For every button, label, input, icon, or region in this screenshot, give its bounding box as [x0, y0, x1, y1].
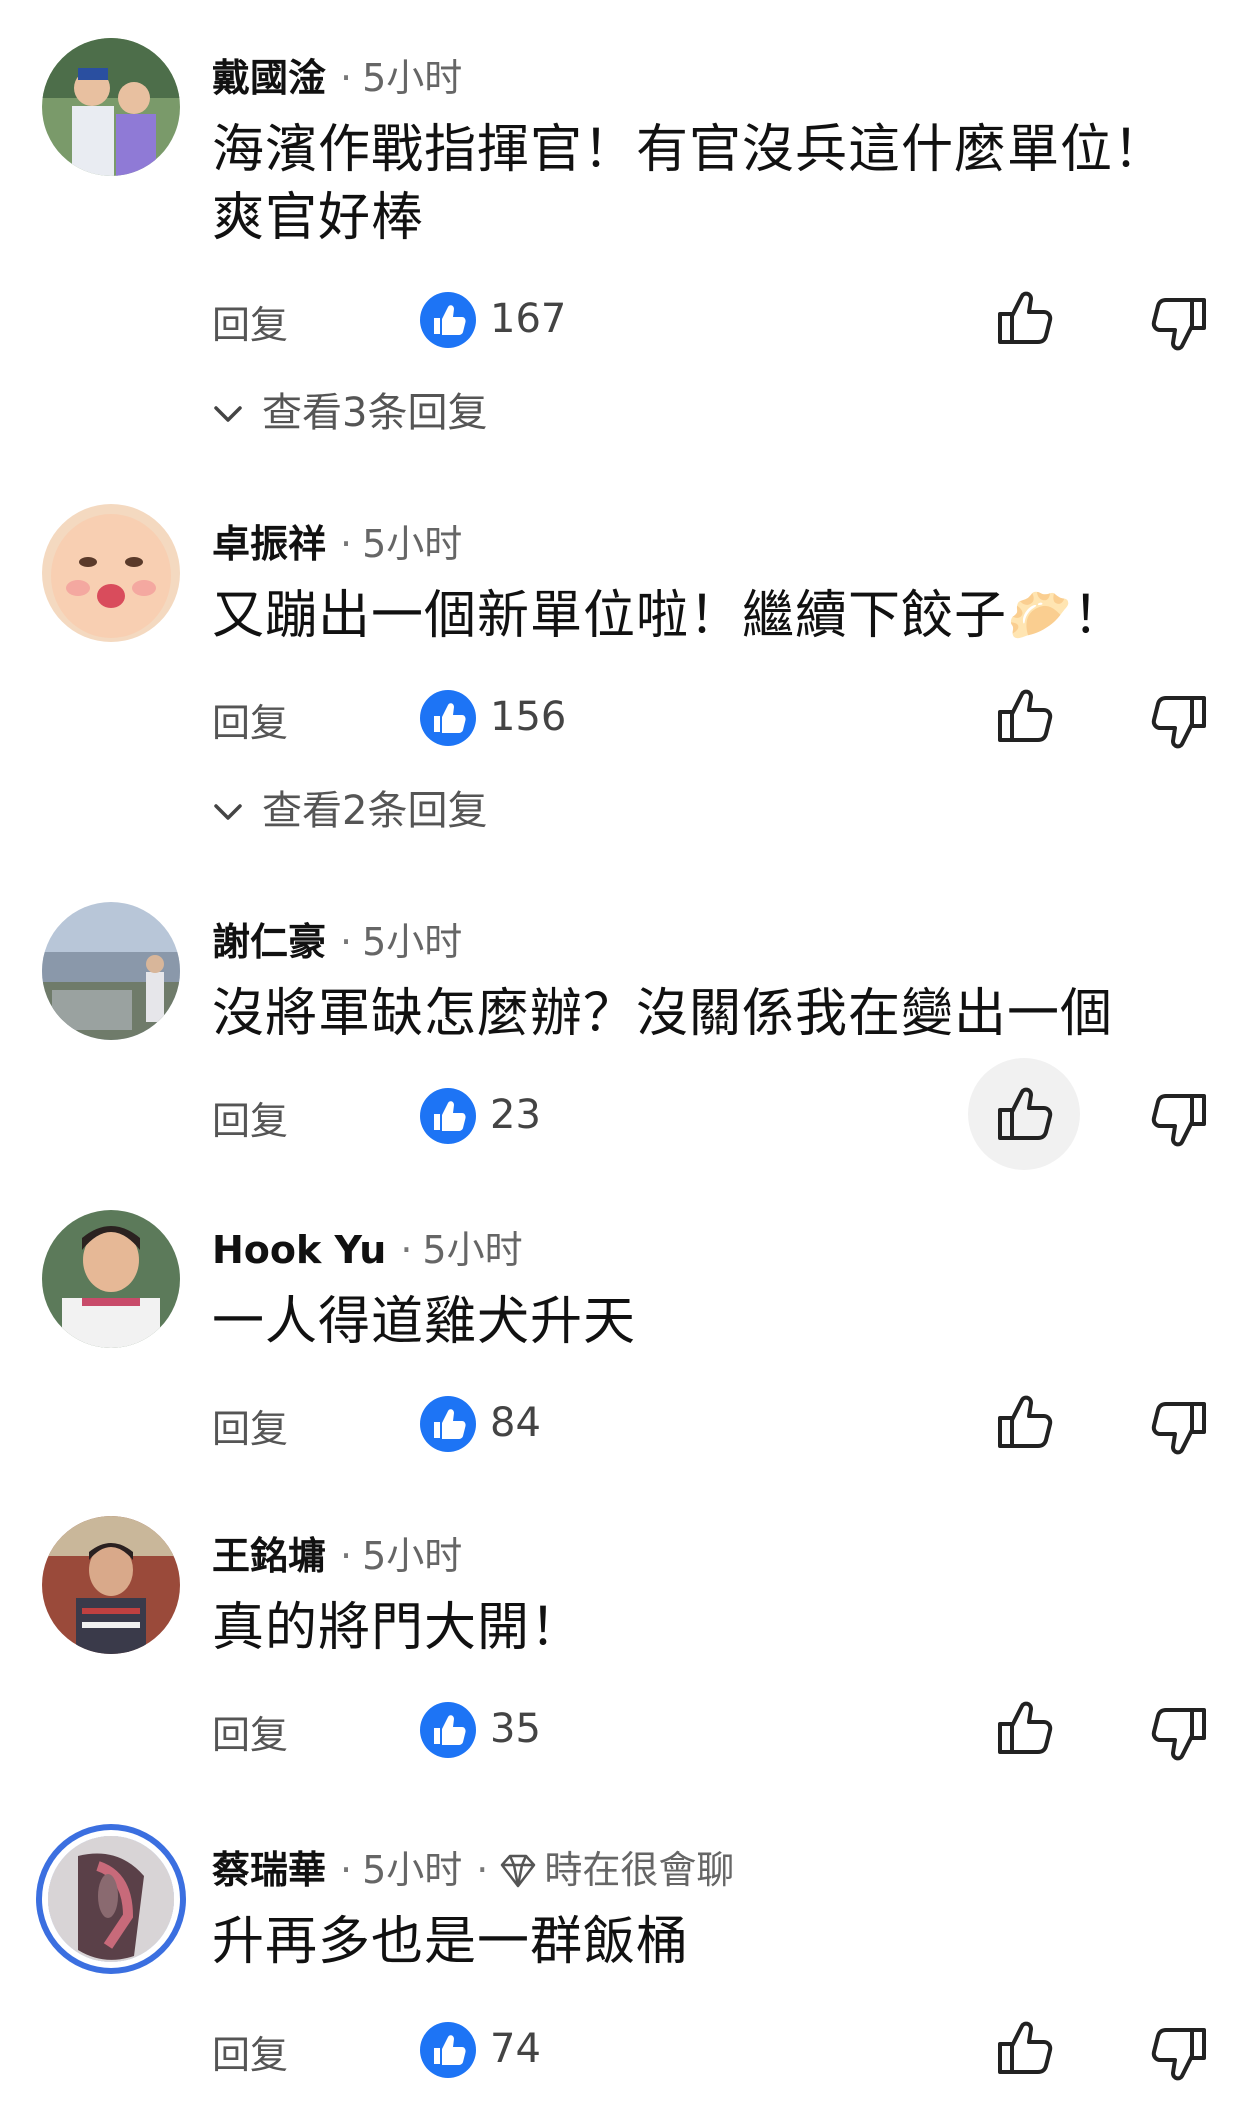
thumbs-up-badge-icon	[420, 292, 476, 348]
avatar-photo	[42, 902, 180, 1040]
author-name[interactable]: 蔡瑞華	[212, 1848, 326, 1892]
comment-meta: 謝仁豪 · 5小时	[212, 918, 462, 966]
avatar-photo	[42, 1210, 180, 1348]
comment-meta: Hook Yu · 5小时	[212, 1226, 523, 1274]
author-name[interactable]: Hook Yu	[212, 1228, 386, 1272]
comment-text: 沒將軍缺怎麼辦？沒關係我在變出一個	[212, 984, 1114, 1044]
thumb-down-icon[interactable]	[1148, 1088, 1212, 1152]
thumb-down-icon[interactable]	[1148, 2022, 1212, 2086]
comment-meta: 王銘墉 · 5小时	[212, 1532, 462, 1580]
author-name[interactable]: 謝仁豪	[212, 920, 326, 964]
comment-text: 又蹦出一個新單位啦！繼續下餃子🥟！	[212, 586, 1126, 646]
thumbs-up-badge-icon	[420, 1396, 476, 1452]
comment-text: 海濱作戰指揮官！有官沒兵這什麼單位！爽官好棒	[212, 120, 1167, 248]
thumb-down-icon[interactable]	[1148, 292, 1212, 356]
thumb-up-icon[interactable]	[992, 1696, 1056, 1760]
thumb-down-icon[interactable]	[1148, 1396, 1212, 1460]
comment-text: 真的將門大開！	[212, 1598, 584, 1658]
view-replies-label: 查看2条回复	[262, 788, 488, 834]
thumb-up-icon[interactable]	[992, 2016, 1056, 2080]
view-replies-button[interactable]: 查看2条回复	[212, 778, 487, 836]
separator-dot: ·	[340, 522, 353, 566]
author-name[interactable]: 卓振祥	[212, 522, 326, 566]
avatar[interactable]	[42, 504, 180, 642]
avatar[interactable]	[48, 1836, 174, 1962]
comment-text: 升再多也是一群飯桶	[212, 1912, 690, 1972]
thumb-up-icon[interactable]	[992, 286, 1056, 350]
separator-dot: ·	[340, 1848, 353, 1892]
avatar-photo	[42, 38, 180, 176]
timestamp: 5小时	[362, 522, 463, 566]
like-count: 84	[490, 1400, 541, 1446]
avatar[interactable]	[42, 1210, 180, 1348]
view-replies-button[interactable]: 查看3条回复	[212, 380, 487, 438]
reply-button[interactable]: 回复	[212, 1704, 288, 1759]
thumbs-up-badge-icon	[420, 2022, 476, 2078]
reply-button[interactable]: 回复	[212, 294, 288, 349]
thumb-down-icon[interactable]	[1148, 1702, 1212, 1766]
timestamp: 5小时	[422, 1228, 523, 1272]
comment-actions: 回复 23	[0, 1058, 1260, 1170]
avatar-photo	[42, 504, 180, 642]
like-count: 74	[490, 2026, 541, 2072]
avatar[interactable]	[42, 902, 180, 1040]
timestamp: 5小时	[362, 56, 463, 100]
thumb-up-icon[interactable]	[992, 684, 1056, 748]
comment-actions: 回复 74	[0, 2016, 1260, 2086]
comment-actions: 回复 35	[0, 1696, 1260, 1766]
reply-button[interactable]: 回复	[212, 2024, 288, 2079]
comment-meta: 戴國淦 · 5小时	[212, 54, 462, 102]
like-count: 156	[490, 694, 567, 740]
comment-actions: 回复 84	[0, 1390, 1260, 1460]
separator-dot: ·	[340, 1534, 353, 1578]
timestamp: 5小时	[362, 1848, 463, 1892]
reply-button[interactable]: 回复	[212, 1090, 288, 1145]
reply-button[interactable]: 回复	[212, 692, 288, 747]
separator-dot: ·	[476, 1848, 489, 1892]
thumbs-up-badge-icon	[420, 1088, 476, 1144]
timestamp: 5小时	[362, 1534, 463, 1578]
reply-button[interactable]: 回复	[212, 1398, 288, 1453]
user-badge: 時在很會聊	[544, 1848, 735, 1892]
thumb-up-icon[interactable]	[992, 1390, 1056, 1454]
comment-actions: 回复 167	[0, 286, 1260, 356]
thumb-down-icon[interactable]	[1148, 690, 1212, 754]
separator-dot: ·	[400, 1228, 413, 1272]
thumbs-up-badge-icon	[420, 690, 476, 746]
comment-text: 一人得道雞犬升天	[212, 1292, 637, 1352]
thumb-up-icon[interactable]	[992, 1082, 1056, 1146]
comment-actions: 回复 156	[0, 684, 1260, 754]
author-name[interactable]: 王銘墉	[212, 1534, 326, 1578]
author-name[interactable]: 戴國淦	[212, 56, 326, 100]
comment-meta: 蔡瑞華 · 5小时 · 時在很會聊	[212, 1846, 734, 1894]
thumbs-up-badge-icon	[420, 1702, 476, 1758]
like-count: 23	[490, 1092, 541, 1138]
timestamp: 5小时	[362, 920, 463, 964]
like-count: 167	[490, 296, 567, 342]
avatar-photo	[42, 1516, 180, 1654]
avatar-photo	[48, 1836, 174, 1962]
separator-dot: ·	[340, 56, 353, 100]
like-count: 35	[490, 1706, 541, 1752]
avatar[interactable]	[42, 1516, 180, 1654]
separator-dot: ·	[340, 920, 353, 964]
chevron-down-icon	[212, 398, 244, 430]
comment-meta: 卓振祥 · 5小时	[212, 520, 462, 568]
view-replies-label: 查看3条回复	[262, 390, 488, 436]
diamond-icon	[501, 1854, 536, 1888]
chevron-down-icon	[212, 796, 244, 828]
avatar[interactable]	[42, 38, 180, 176]
